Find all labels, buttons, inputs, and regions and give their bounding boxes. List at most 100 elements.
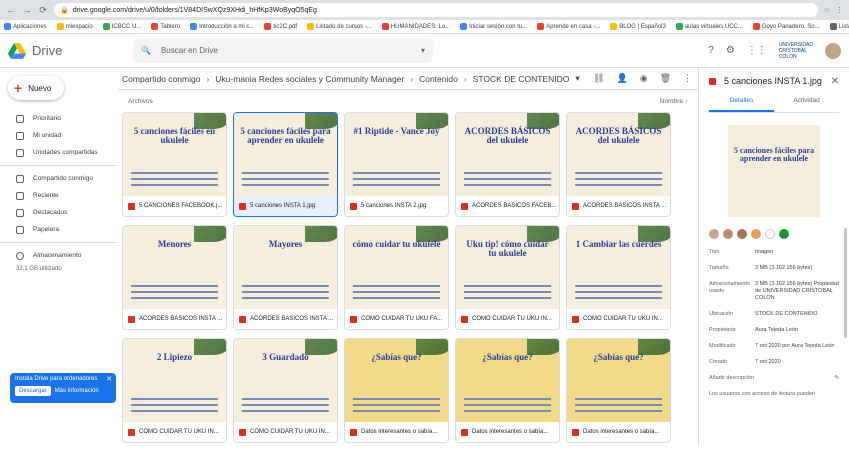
- panel-footer: Los usuarios con acceso de lectura puede…: [709, 391, 816, 397]
- sidebar-item-unidades-compartidas[interactable]: Unidades compartidas: [0, 144, 118, 161]
- file-name: Datos interesantes o sabía...: [472, 429, 549, 435]
- text-line: [131, 404, 218, 406]
- account-avatar[interactable]: [825, 42, 841, 59]
- nav-icon: [16, 225, 24, 234]
- address-bar[interactable]: 🔒 drive.google.com/drive/u/0/folders/1V8…: [54, 3, 818, 17]
- sidebar-item-reciente[interactable]: Reciente: [0, 187, 118, 204]
- search-input[interactable]: Buscar en Drive: [161, 46, 218, 55]
- avatar: [723, 229, 733, 239]
- search-icon[interactable]: 🔍: [141, 46, 151, 55]
- file-tile[interactable]: #1 Riptide - Vance Joy 5 canciones INSTA …: [344, 112, 449, 217]
- star-icon[interactable]: ☆: [824, 6, 830, 14]
- breadcrumb-item[interactable]: Uku-mania Redes sociales y Community Man…: [215, 74, 404, 84]
- bookmark-item[interactable]: Aplicaciones: [4, 23, 47, 30]
- nav-icon: [16, 174, 24, 183]
- reload-icon[interactable]: ⟳: [38, 5, 48, 16]
- bookmark-item[interactable]: BLOG | Español3: [610, 23, 666, 30]
- file-tile[interactable]: 2 Lipiezo COMO CUIDAR TU UKU IN...: [122, 338, 227, 443]
- file-tile[interactable]: ¿Sabías que? Datos interesantes o sabía..…: [344, 338, 449, 443]
- download-button[interactable]: Descargar: [15, 386, 51, 396]
- sidebar-item-storage[interactable]: Almacenamiento: [0, 247, 118, 264]
- more-icon[interactable]: ⋮: [683, 73, 692, 84]
- close-icon[interactable]: ✕: [831, 76, 839, 87]
- close-icon[interactable]: ✕: [106, 375, 112, 383]
- file-tile[interactable]: 3 Guardado COMO CUIDAR TU UKU IN...: [233, 338, 338, 443]
- file-tile[interactable]: Uku tip! cómo cuidar tu ukulele COMO CUID…: [455, 225, 560, 330]
- file-tile[interactable]: ¿Sabías que? Datos interesantes o sabía..…: [566, 338, 671, 443]
- property-value[interactable]: STOCK DE CONTENIDO: [755, 311, 839, 318]
- image-file-icon: [239, 315, 246, 323]
- thumbnail-lines: [456, 394, 559, 416]
- forward-icon[interactable]: →: [22, 5, 32, 15]
- chevron-right-icon: ›: [206, 73, 210, 84]
- file-grid: 5 canciones fáciles en ukulele 5 CANCIONE…: [118, 112, 698, 443]
- preview-icon[interactable]: ◉: [640, 73, 648, 84]
- sidebar-item-mi-unidad[interactable]: Mi unidad: [0, 127, 118, 144]
- bookmark-item[interactable]: ICBCC U...: [102, 23, 141, 30]
- chevron-down-icon[interactable]: ▾: [575, 73, 579, 84]
- thumbnail-text: Uku tip! cómo cuidar tu ukulele: [466, 239, 549, 258]
- file-name: COMO CUIDAR TU UKU FA...: [361, 316, 443, 322]
- file-name: 5 CANCIONES FACEBOOK.j...: [139, 203, 223, 209]
- drive-logo[interactable]: Drive: [8, 42, 133, 59]
- nav-icon: [16, 208, 24, 217]
- breadcrumb-item[interactable]: STOCK DE CONTENIDO: [473, 74, 570, 84]
- cloud-icon: [16, 251, 24, 260]
- breadcrumb-item[interactable]: Contenido: [419, 74, 458, 84]
- bookmark-item[interactable]: Lista de le: [829, 23, 849, 30]
- tab-activity[interactable]: Actividad: [774, 97, 839, 112]
- settings-icon[interactable]: ⚙: [726, 45, 735, 56]
- file-tile[interactable]: cómo cuidar tu ukulele COMO CUIDAR TU UKU…: [344, 225, 449, 330]
- file-caption: Datos interesantes o sabía...: [456, 422, 559, 442]
- file-tile[interactable]: Menores ACORDES BASICOS INSTA ...: [122, 225, 227, 330]
- sidebar-item-label: Unidades compartidas: [33, 149, 98, 156]
- bookmark-item[interactable]: miespacio: [56, 23, 93, 30]
- link-icon[interactable]: ⛓: [593, 73, 604, 84]
- menu-icon[interactable]: ⋮: [836, 6, 843, 14]
- file-preview: 5 canciones fáciles para aprender en uku…: [728, 125, 820, 217]
- search-options-icon[interactable]: ▾: [421, 46, 425, 55]
- sidebar-item-compartido-conmigo[interactable]: Compartido conmigo: [0, 170, 118, 187]
- bookmark-item[interactable]: Aprende en casa -...: [537, 23, 600, 30]
- chevron-right-icon: ›: [463, 73, 467, 84]
- file-tile[interactable]: 5 canciones fáciles en ukulele 5 CANCIONE…: [122, 112, 227, 217]
- bookmark-item[interactable]: Tablero: [151, 23, 180, 30]
- file-tile[interactable]: Mayores ACORDES BASICOS INSTA ...: [233, 225, 338, 330]
- bookmark-item[interactable]: Listado de cursos -...: [307, 23, 372, 30]
- sidebar-item-papelera[interactable]: Papelera: [0, 221, 118, 238]
- thumbnail-lines: [123, 281, 226, 303]
- file-tile[interactable]: 1 Cambiar las cuerdes COMO CUIDAR TU UKU …: [566, 225, 671, 330]
- file-tile[interactable]: 5 canciones fáciles para aprender en uku…: [233, 112, 338, 217]
- bookmark-item[interactable]: tic2C.pdf: [264, 23, 297, 30]
- sidebar-item-destacados[interactable]: Destacados: [0, 204, 118, 221]
- more-info-link[interactable]: Más información: [55, 388, 99, 394]
- tab-details[interactable]: Detalles: [709, 97, 774, 112]
- bookmark-item[interactable]: aulas virtuales UCC...: [675, 23, 743, 30]
- breadcrumb-item[interactable]: Compartido conmigo: [122, 74, 200, 84]
- file-tile[interactable]: ¿Sabías que? Datos interesantes o sabía..…: [455, 338, 560, 443]
- bookmark-item[interactable]: Iniciar sesión con tu...: [460, 23, 527, 30]
- apps-icon[interactable]: ⋮⋮: [747, 45, 767, 56]
- file-tile[interactable]: ACORDES BÁSICOS del ukulele ACORDES BASIC…: [566, 112, 671, 217]
- help-icon[interactable]: ?: [708, 45, 714, 56]
- bookmark-item[interactable]: Goyo Panadero. So...: [752, 23, 820, 30]
- bookmark-item[interactable]: Introducción a mi c...: [190, 23, 254, 30]
- storage-label: Almacenamiento: [33, 252, 82, 259]
- scrollbar[interactable]: [844, 228, 847, 338]
- edit-icon[interactable]: ✎: [834, 375, 839, 381]
- add-person-icon[interactable]: 👤: [616, 73, 627, 84]
- sort-button[interactable]: Nombre ↑: [660, 98, 688, 105]
- thumbnail-lines: [234, 168, 337, 190]
- trash-icon[interactable]: 🗑: [660, 73, 671, 84]
- back-icon[interactable]: ←: [6, 5, 16, 15]
- text-line: [242, 404, 329, 406]
- file-tile[interactable]: ACORDES BÁSICOS del ukulele ACORDES BASIC…: [455, 112, 560, 217]
- new-button[interactable]: + Nuevo: [8, 76, 64, 100]
- add-description[interactable]: Añadir descripción ✎: [709, 375, 839, 381]
- file-name: 5 canciones INSTA 2.jpg: [361, 203, 427, 209]
- bookmark-item[interactable]: HUMANIDADES: Lo...: [381, 23, 450, 30]
- search-bar[interactable]: 🔍 Buscar en Drive ▾: [133, 38, 433, 63]
- bookmark-icon: [151, 23, 159, 30]
- shared-with[interactable]: [709, 229, 839, 239]
- sidebar-item-prioritario[interactable]: Prioritario: [0, 110, 118, 127]
